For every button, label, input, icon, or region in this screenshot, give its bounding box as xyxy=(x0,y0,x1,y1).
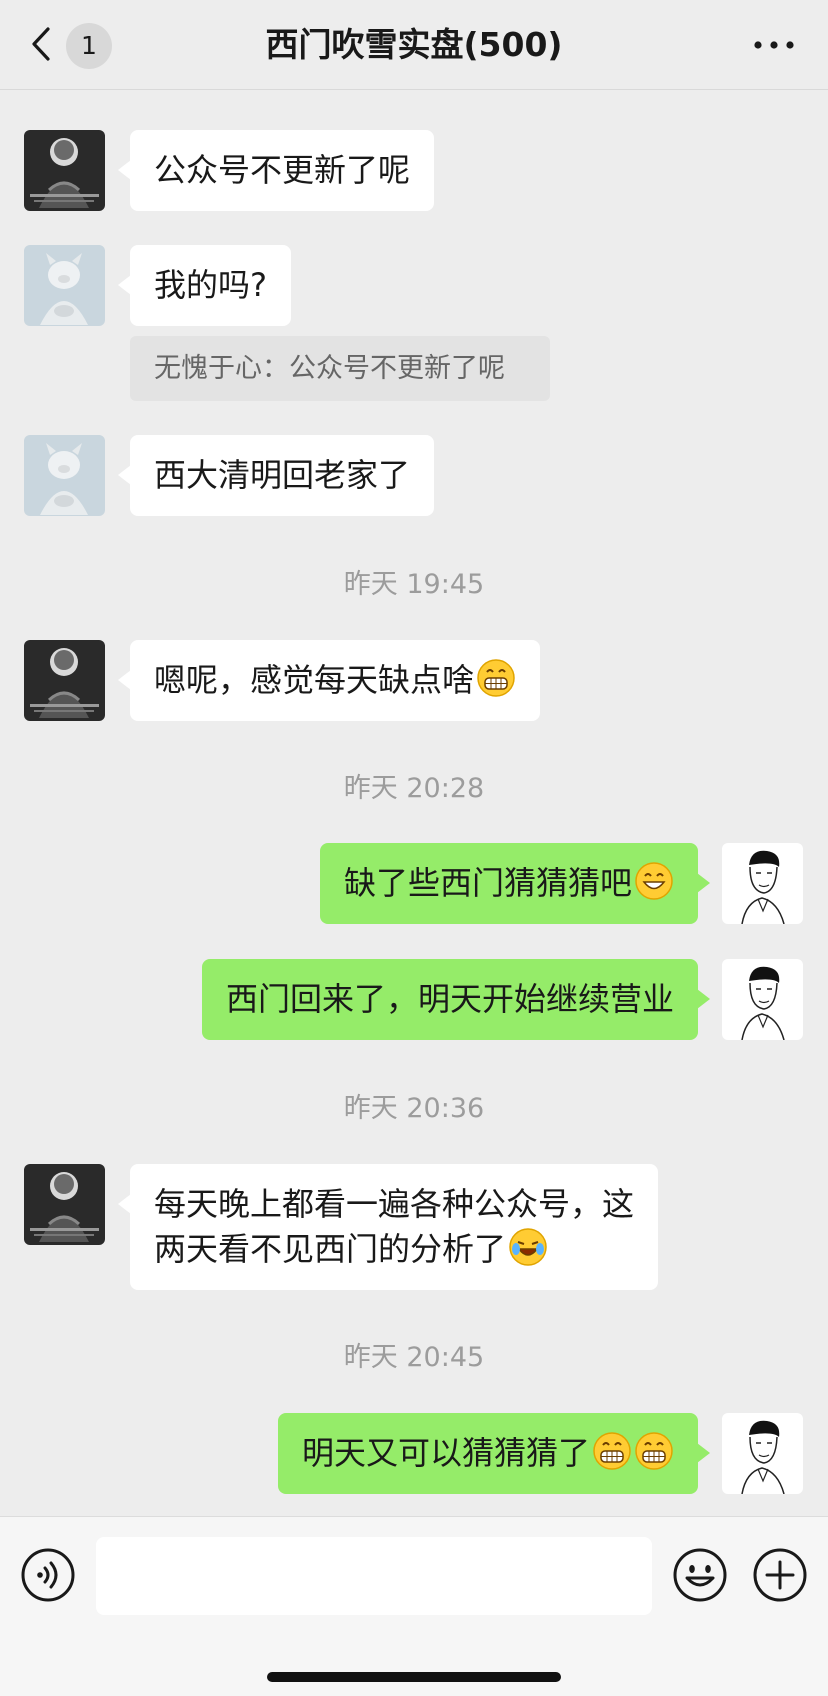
timestamp: 昨天 20:45 xyxy=(343,1342,485,1373)
message-bubble[interactable]: 嗯呢，感觉每天缺点啥 xyxy=(117,640,541,721)
timestamp: 昨天 19:45 xyxy=(343,569,485,600)
input-bar xyxy=(0,1516,828,1696)
voice-icon[interactable] xyxy=(20,1547,76,1603)
avatar[interactable] xyxy=(24,130,105,211)
more-icon[interactable] xyxy=(752,30,796,60)
avatar[interactable] xyxy=(722,959,803,1040)
avatar[interactable] xyxy=(722,843,803,924)
laugh-cry-emoji xyxy=(508,1227,548,1267)
avatar[interactable] xyxy=(24,1164,105,1245)
unread-count-badge[interactable]: 1 xyxy=(66,23,112,69)
message-bubble[interactable]: 西门回来了，明天开始继续营业 xyxy=(201,959,711,1040)
quoted-reply[interactable]: 无愧于心：公众号不更新了呢 xyxy=(130,336,550,401)
message-bubble[interactable]: 公众号不更新了呢 xyxy=(117,130,435,211)
timestamp: 昨天 20:36 xyxy=(343,1093,485,1124)
message-text: 我的吗? xyxy=(154,266,267,304)
smile-emoji xyxy=(634,861,674,901)
avatar[interactable] xyxy=(24,245,105,326)
avatar[interactable] xyxy=(722,1413,803,1494)
message-text: 西门回来了，明天开始继续营业 xyxy=(225,980,674,1018)
back-icon[interactable] xyxy=(26,24,56,64)
emoji-icon[interactable] xyxy=(672,1547,728,1603)
avatar[interactable] xyxy=(24,435,105,516)
home-indicator xyxy=(267,1672,561,1682)
message-text: 公众号不更新了呢 xyxy=(154,151,411,189)
message-input[interactable] xyxy=(96,1537,652,1615)
message-bubble[interactable]: 明天又可以猜猜猜了 xyxy=(277,1413,711,1494)
chat-header: 1 西门吹雪实盘(500) xyxy=(0,0,828,90)
message-bubble[interactable]: 每天晚上都看一遍各种公众号，这 两天看不见西门的分析了 xyxy=(117,1164,659,1290)
grin-emoji xyxy=(592,1431,632,1471)
message-bubble[interactable]: 我的吗? xyxy=(118,245,291,326)
message-bubble[interactable]: 西大清明回老家了 xyxy=(117,435,435,516)
message-text: 西大清明回老家了 xyxy=(154,456,411,494)
grin-emoji xyxy=(634,1431,674,1471)
message-text: 嗯呢，感觉每天缺点啥 xyxy=(154,661,475,699)
message-text-line-2: 两天看不见西门的分析了 xyxy=(154,1227,634,1272)
plus-icon[interactable] xyxy=(752,1547,808,1603)
message-bubble[interactable]: 缺了些西门猜猜猜吧 xyxy=(319,843,711,924)
message-text: 缺了些西门猜猜猜吧 xyxy=(343,864,632,902)
timestamp: 昨天 20:28 xyxy=(343,773,485,804)
message-text: 明天又可以猜猜猜了 xyxy=(301,1434,590,1472)
message-text-line: 每天晚上都看一遍各种公众号，这 xyxy=(154,1185,635,1223)
avatar[interactable] xyxy=(24,640,105,721)
grin-emoji xyxy=(476,658,516,698)
chat-title: 西门吹雪实盘(500) xyxy=(265,25,563,64)
